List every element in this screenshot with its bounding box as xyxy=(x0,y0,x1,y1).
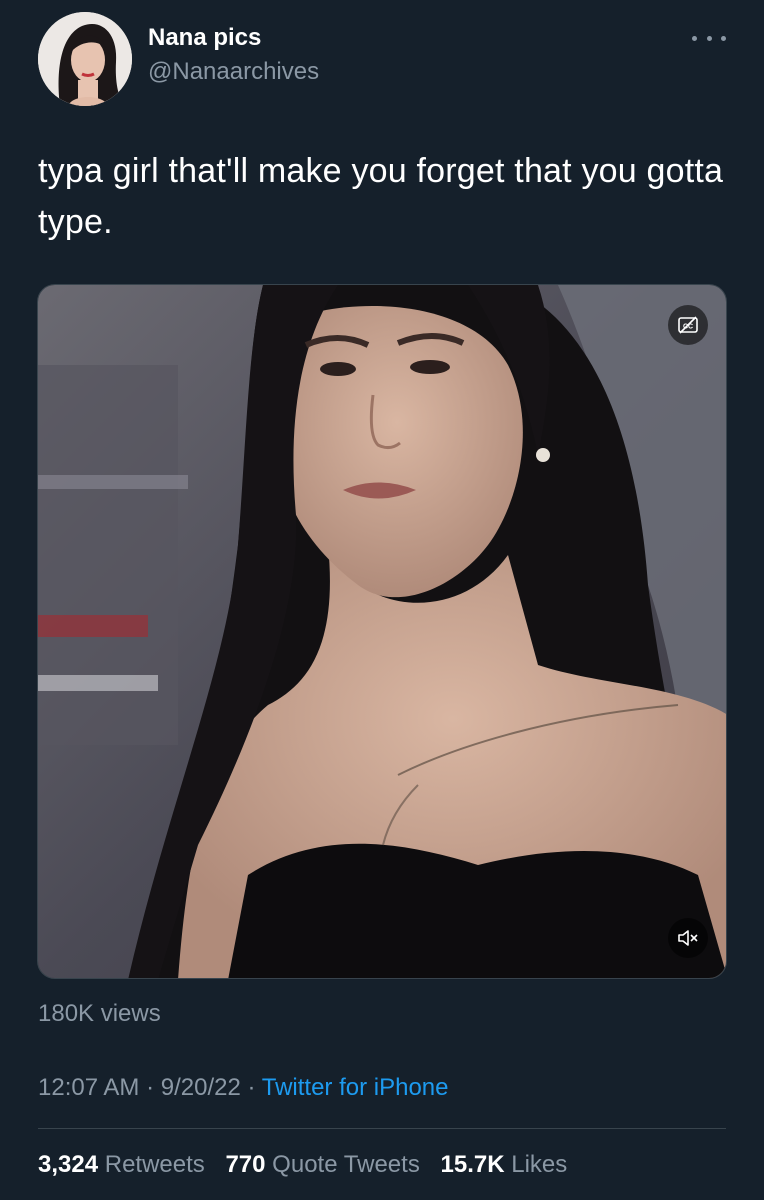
muted-speaker-icon xyxy=(678,930,698,946)
retweets-label: Retweets xyxy=(104,1151,205,1178)
meta-separator: · xyxy=(146,1074,155,1101)
author-handle[interactable]: @Nanaarchives xyxy=(148,58,319,86)
tweet-metadata: 12:07 AM · 9/20/22 · Twitter for iPhone xyxy=(38,1074,448,1102)
quote-tweets-label: Quote Tweets xyxy=(272,1151,420,1178)
avatar-photo xyxy=(38,12,132,106)
tweet-source-link[interactable]: Twitter for iPhone xyxy=(262,1074,449,1101)
likes-count: 15.7K xyxy=(440,1151,505,1178)
author-name[interactable]: Nana pics xyxy=(148,24,261,52)
tweet-text: typa girl that'll make you forget that y… xyxy=(38,152,724,241)
retweets-count: 3,324 xyxy=(38,1151,99,1178)
engagement-stats: 3,324 Retweets 770 Quote Tweets 15.7K Li… xyxy=(38,1151,581,1179)
more-options-button[interactable] xyxy=(692,28,726,48)
likes-label: Likes xyxy=(511,1151,568,1178)
meta-separator: · xyxy=(247,1074,256,1101)
closed-captions-icon: CC xyxy=(678,316,698,334)
likes-stat[interactable]: 15.7K Likes xyxy=(441,1151,568,1178)
tweet-date[interactable]: 9/20/22 xyxy=(161,1074,241,1101)
divider xyxy=(38,1128,726,1129)
more-dot-icon xyxy=(721,35,726,41)
author-avatar[interactable] xyxy=(38,12,132,106)
tweet-video[interactable]: CC xyxy=(37,284,727,979)
quote-tweets-stat[interactable]: 770 Quote Tweets xyxy=(225,1151,426,1178)
video-frame xyxy=(38,285,726,978)
more-dot-icon xyxy=(692,35,697,41)
closed-captions-button[interactable]: CC xyxy=(668,305,708,345)
view-count: 180K views xyxy=(38,1000,161,1027)
mute-toggle-button[interactable] xyxy=(668,918,708,958)
quote-tweets-count: 770 xyxy=(225,1151,266,1178)
tweet-time[interactable]: 12:07 AM xyxy=(38,1074,139,1101)
more-dot-icon xyxy=(706,35,712,41)
retweets-stat[interactable]: 3,324 Retweets xyxy=(38,1151,211,1178)
